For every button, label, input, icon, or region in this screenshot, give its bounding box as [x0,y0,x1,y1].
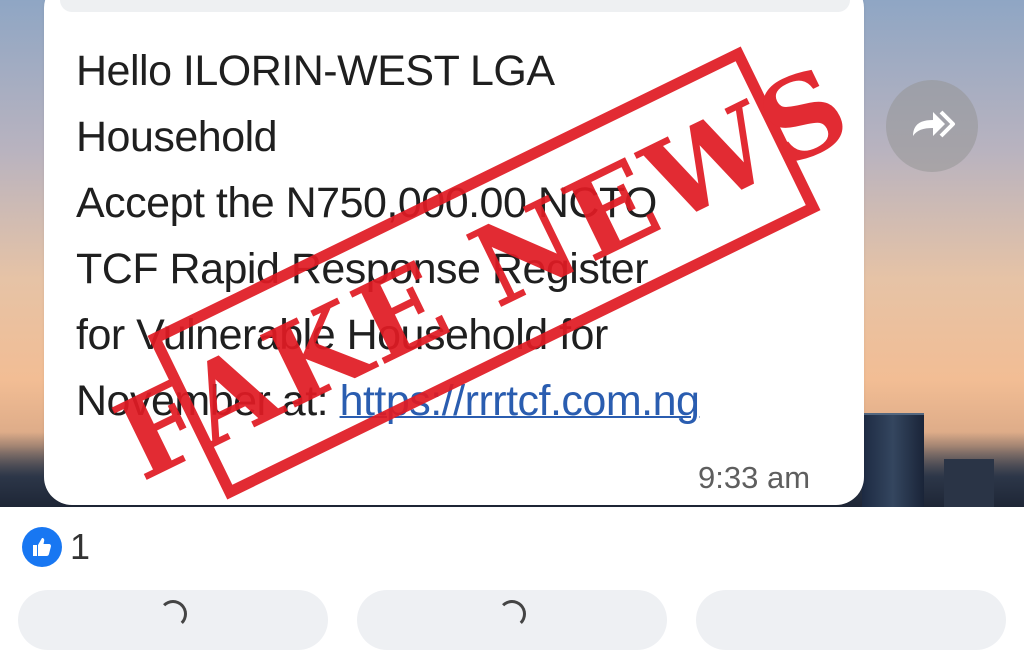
like-count: 1 [70,526,91,567]
action-button-comment[interactable] [357,590,667,650]
forward-arrow-icon [907,106,957,147]
action-button-share[interactable] [696,590,1006,650]
previous-message-edge [60,0,850,12]
message-timestamp: 9:33 am [698,460,811,495]
like-icon [159,600,187,628]
forward-button[interactable] [886,80,978,172]
action-button-like[interactable] [18,590,328,650]
thumbs-up-icon [22,527,62,567]
building [944,459,994,507]
comment-icon [498,600,526,628]
tower-building [862,413,924,507]
reaction-summary[interactable]: 1 [22,526,90,568]
